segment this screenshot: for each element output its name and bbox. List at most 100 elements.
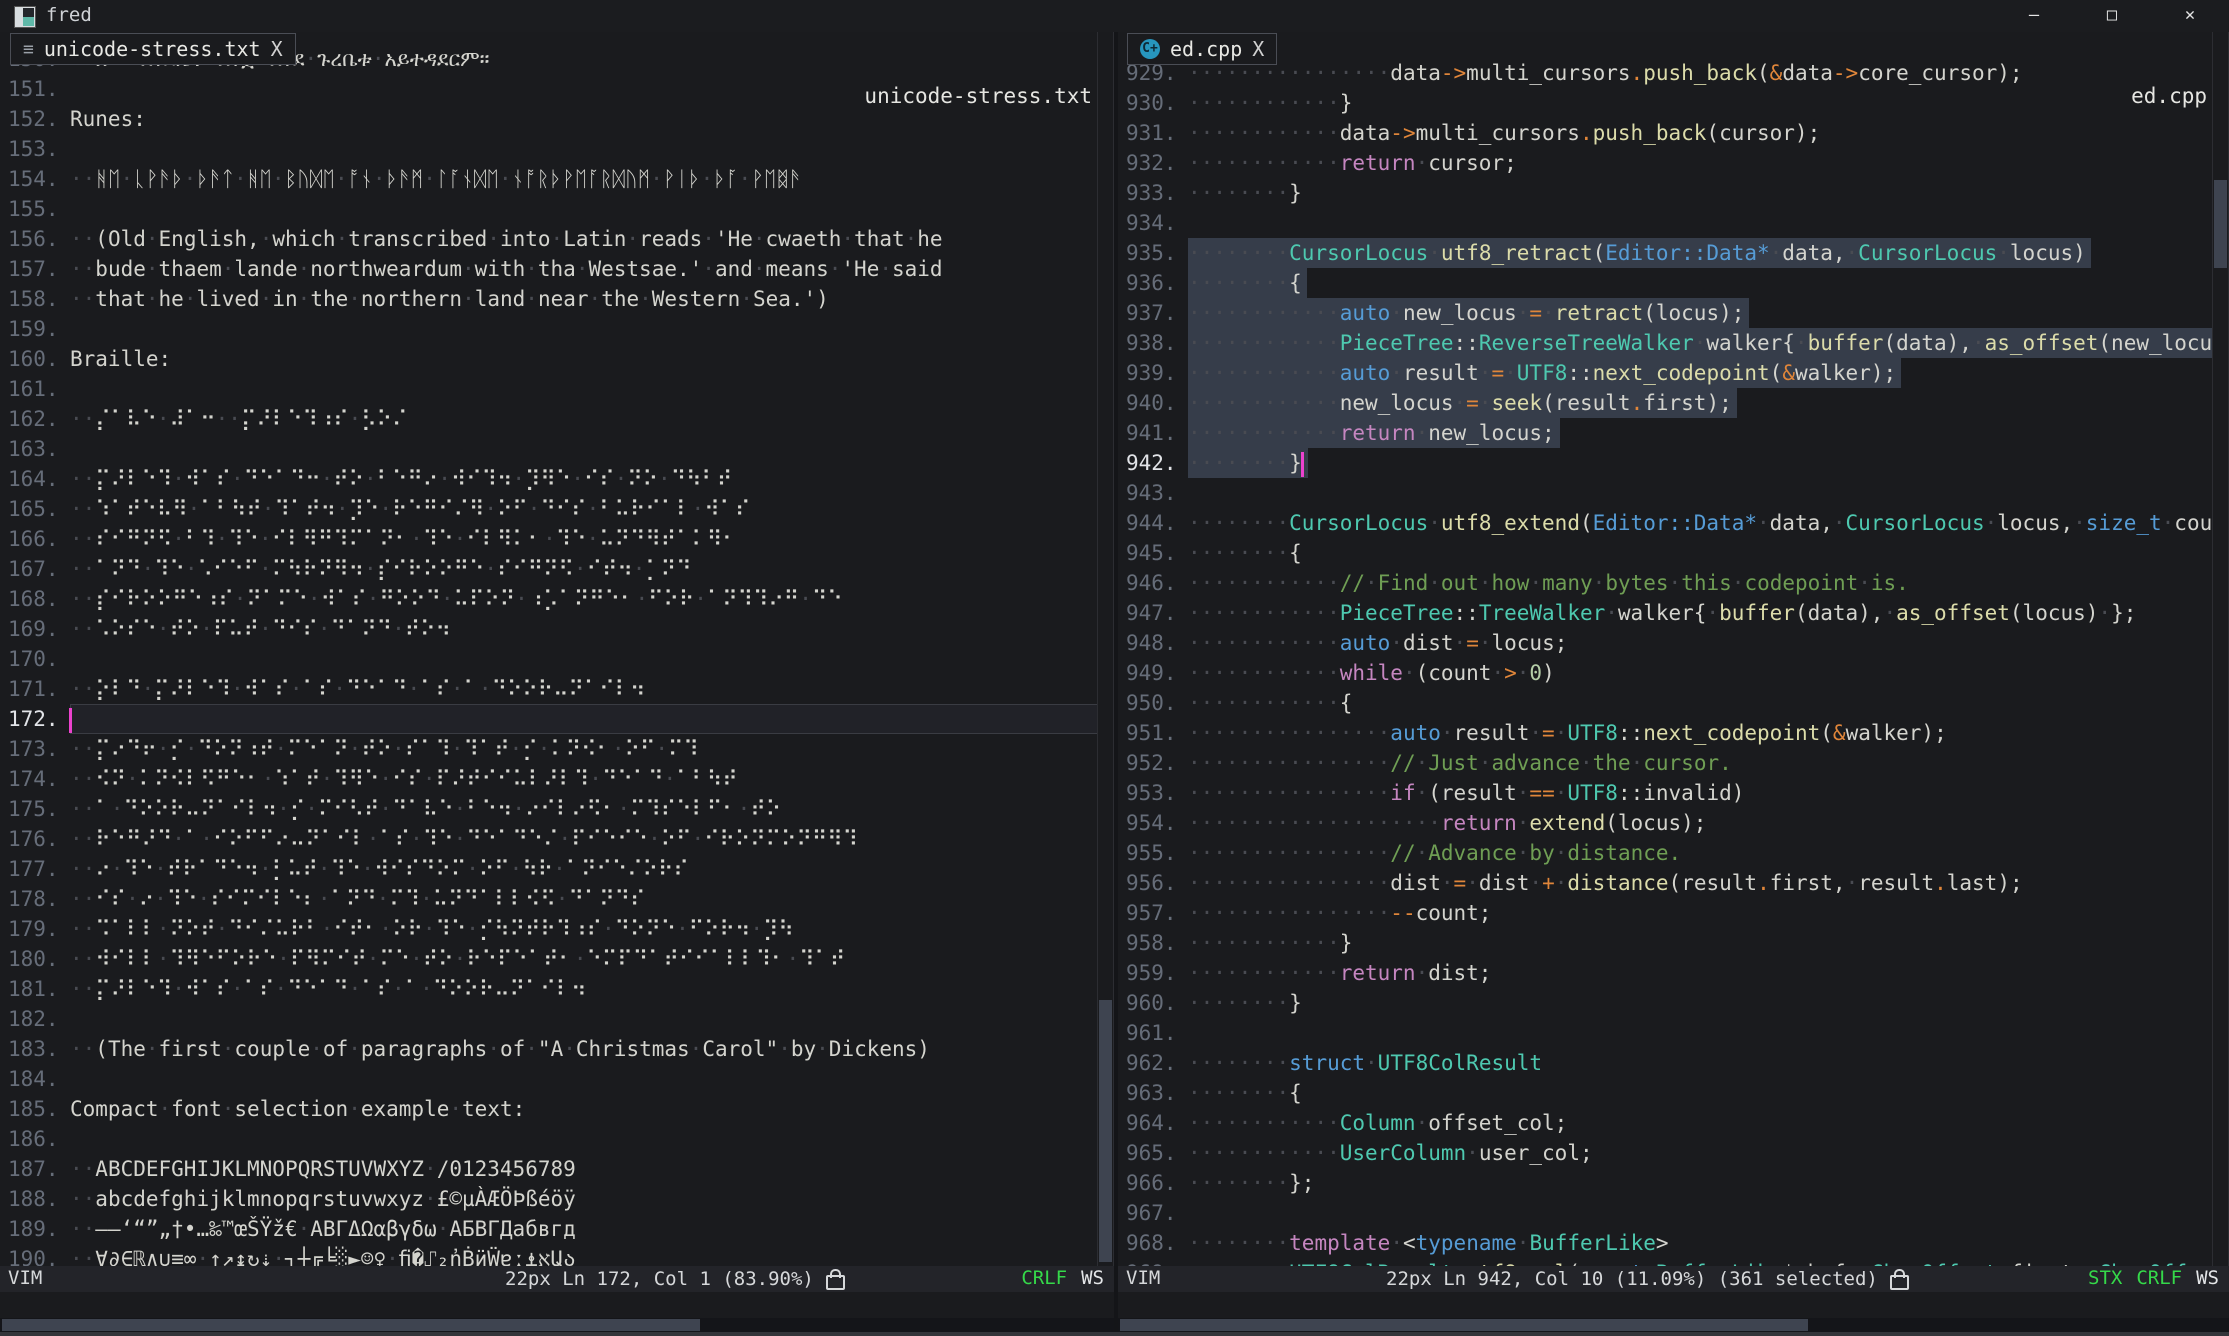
editor-line-946[interactable]: 946.············//·Find·out·how·many·byt… [1118, 568, 2213, 598]
editor-line-152[interactable]: 152.Runes: [0, 104, 1098, 134]
editor-line-171[interactable]: 171.··⡕⠇⠙·⡍⠜⠇⠑⠹·⠺⠁⠎·⠁⠎·⠙⠑⠁⠙·⠁⠎·⠁·⠙⠕⠕⠗⠤⠝⠁… [0, 674, 1098, 704]
code-text[interactable]: ··⠗⠑⠛⠜⠙·⠁·⠊⠕⠋⠋⠔⠤⠝⠁⠊⠇·⠁⠎·⠹⠑·⠙⠑⠁⠙⠑⠌·⠏⠊⠑⠊⠑·… [70, 824, 858, 854]
editor-line-940[interactable]: 940.············new_locus·=·seek(result.… [1118, 388, 2213, 418]
editor-line-187[interactable]: 187.··ABCDEFGHIJKLMNOPQRSTUVWXYZ·/012345… [0, 1154, 1098, 1184]
code-text[interactable]: ··⠡⠕⠎⠑·⠞⠕·⠏⠥⠞·⠙⠊⠎·⠙⠁⠝⠙·⠞⠕⠲ [70, 614, 451, 644]
code-text[interactable]: ··(Old·English,·which·transcribed·into·L… [70, 224, 943, 254]
editor-line-175[interactable]: 175.··⠁·⠙⠕⠕⠗⠤⠝⠁⠊⠇⠲·⡊·⠍⠊⠣⠞·⠙⠁⠧⠑·⠃⠑⠲·⠔⠊⠇⠔⠫… [0, 794, 1098, 824]
editor-line-935[interactable]: 935.········CursorLocus·utf8_retract(Edi… [1118, 238, 2213, 268]
editor-line-936[interactable]: 936.········{ [1118, 268, 2213, 298]
code-text[interactable]: ················dist·=·dist·+·distance(r… [1188, 868, 2023, 898]
editor-line-957[interactable]: 957.················--count; [1118, 898, 2213, 928]
editor-line-189[interactable]: 189.··–—‘“”„†•…‰™œŠŸž€·ΑΒΓΔΩαβγδω·АБВГДа… [0, 1214, 1098, 1244]
editor-line-933[interactable]: 933.········} [1118, 178, 2213, 208]
code-text[interactable]: ············PieceTree::TreeWalker·walker… [1188, 598, 2136, 628]
editor-line-174[interactable]: 174.··⠪⠝·⠅⠝⠪⠇⠫⠛⠑⠂·⠱⠁⠞·⠹⠻⠑·⠊⠎·⠏⠜⠞⠊⠊⠥⠇⠜⠇⠹·… [0, 764, 1098, 794]
code-text[interactable]: ················if·(result·==·UTF8::inva… [1188, 778, 1744, 808]
code-text[interactable]: ··⡍⠔⠙⠖·⡊·⠙⠕⠝⠰⠞·⠍⠑⠁⠝·⠞⠕·⠎⠁⠹·⠹⠁⠞·⡊·⠅⠝⠪⠂·⠕⠋… [70, 734, 699, 764]
code-text[interactable]: ············return·dist; [1188, 958, 1491, 988]
code-text[interactable]: ··⡎⠊⠗⠕⠕⠛⠑⠰⠎·⠝⠁⠍⠑·⠺⠁⠎·⠛⠕⠕⠙·⠥⠏⠕⠝·⠰⡡⠁⠝⠛⠑⠂·⠋… [70, 584, 843, 614]
scroll-thumb[interactable] [1120, 1319, 1808, 1331]
code-text[interactable]: ··ᚻᛖ·ᚳᚹᚫᚦ·ᚦᚫᛏ·ᚻᛖ·ᛒᚢᛞᛖ·ᚩᚾ·ᚦᚫᛗ·ᛚᚪᚾᛞᛖ·ᚾᚩᚱᚦᚹ… [70, 164, 802, 194]
editor-line-166[interactable]: 166.··⠎⠊⠛⠝⠫·⠃⠹·⠹⠑·⠊⠇⠻⠛⠹⠍⠁⠝⠂·⠹⠑·⠊⠇⠻⠅⠂·⠹⠑·… [0, 524, 1098, 554]
code-area-left[interactable]: 150.··ሰው·እንደቤቱ·እንጅ·እንደ·ጉረቤቱ·አይተዳደርም።151.… [0, 32, 1098, 1274]
editor-line-169[interactable]: 169.··⠡⠕⠎⠑·⠞⠕·⠏⠥⠞·⠙⠊⠎·⠙⠁⠝⠙·⠞⠕⠲ [0, 614, 1098, 644]
editor-pane-right[interactable]: 929.················data->multi_cursors.… [1118, 32, 2229, 1292]
code-text[interactable]: ··⡌⠁⠧⠑·⠼⠁⠒··⡍⠜⠇⠑⠹⠰⠎·⡣⠕⠌ [70, 404, 407, 434]
editor-line-188[interactable]: 188.··abcdefghijklmnopqrstuvwxyz·£©µÀÆÖÞ… [0, 1184, 1098, 1214]
editor-line-959[interactable]: 959.············return·dist; [1118, 958, 2213, 988]
code-text[interactable]: ········} [1188, 988, 1302, 1018]
code-text[interactable]: ············UserColumn·user_col; [1188, 1138, 1593, 1168]
vertical-scrollbar-right[interactable] [2212, 32, 2229, 1292]
editor-line-934[interactable]: 934. [1118, 208, 2213, 238]
horizontal-scrollbar-right[interactable] [1118, 1318, 2229, 1332]
scroll-thumb[interactable] [1099, 1000, 1112, 1262]
code-text[interactable]: Runes: [70, 104, 146, 134]
code-text[interactable]: ··–—‘“”„†•…‰™œŠŸž€·ΑΒΓΔΩαβγδω·АБВГДабвгд [70, 1214, 576, 1244]
editor-line-950[interactable]: 950.············{ [1118, 688, 2213, 718]
editor-line-184[interactable]: 184. [0, 1064, 1098, 1094]
editor-line-951[interactable]: 951.················auto·result·=·UTF8::… [1118, 718, 2213, 748]
editor-line-186[interactable]: 186. [0, 1124, 1098, 1154]
vertical-scrollbar-left[interactable] [1097, 32, 1114, 1292]
editor-line-947[interactable]: 947.············PieceTree::TreeWalker·wa… [1118, 598, 2213, 628]
editor-line-163[interactable]: 163. [0, 434, 1098, 464]
editor-line-939[interactable]: 939.············auto·result·=·UTF8::next… [1118, 358, 2213, 388]
editor-line-160[interactable]: 160.Braille: [0, 344, 1098, 374]
editor-line-944[interactable]: 944.········CursorLocus·utf8_extend(Edit… [1118, 508, 2213, 538]
code-text[interactable]: ············} [1188, 88, 1352, 118]
code-text[interactable]: ········{ [1188, 1078, 1302, 1108]
tab-ed-cpp[interactable]: C+ ed.cpp X [1127, 33, 1277, 65]
code-text[interactable]: ··⡕⠇⠙·⡍⠜⠇⠑⠹·⠺⠁⠎·⠁⠎·⠙⠑⠁⠙·⠁⠎·⠁·⠙⠕⠕⠗⠤⠝⠁⠊⠇⠲ [70, 674, 645, 704]
editor-line-181[interactable]: 181.··⡍⠜⠇⠑⠹·⠺⠁⠎·⠁⠎·⠙⠑⠁⠙·⠁⠎·⠁·⠙⠕⠕⠗⠤⠝⠁⠊⠇⠲ [0, 974, 1098, 1004]
code-text[interactable]: ··that·he·lived·in·the·northern·land·nea… [70, 284, 829, 314]
editor-line-170[interactable]: 170. [0, 644, 1098, 674]
editor-line-968[interactable]: 968.········template·<typename·BufferLik… [1118, 1228, 2213, 1258]
editor-line-178[interactable]: 178.··⠊⠎·⠔·⠹⠑·⠎⠊⠍⠊⠇⠑⠆·⠁⠝⠙·⠍⠹·⠥⠝⠙⠁⠇⠇⠪⠫·⠙⠁… [0, 884, 1098, 914]
tab-close-icon[interactable]: X [1252, 37, 1264, 61]
editor-line-172[interactable]: 172. [0, 704, 1098, 734]
editor-line-963[interactable]: 963.········{ [1118, 1078, 2213, 1108]
code-text-selected[interactable]: ············auto·new_locus·=·retract(loc… [1188, 298, 1749, 328]
code-text[interactable]: ··bude·thaem·lande·northweardum·with·tha… [70, 254, 943, 284]
editor-line-156[interactable]: 156.··(Old·English,·which·transcribed·in… [0, 224, 1098, 254]
editor-line-182[interactable]: 182. [0, 1004, 1098, 1034]
editor-line-164[interactable]: 164.··⡍⠜⠇⠑⠹·⠺⠁⠎·⠙⠑⠁⠙⠒·⠞⠕·⠃⠑⠛⠔·⠺⠊⠹⠲·⡹⠻⠑·⠊… [0, 464, 1098, 494]
editor-line-185[interactable]: 185.Compact·font·selection·example·text: [0, 1094, 1098, 1124]
code-text[interactable]: Compact·font·selection·example·text: [70, 1094, 525, 1124]
editor-line-956[interactable]: 956.················dist·=·dist·+·distan… [1118, 868, 2213, 898]
editor-line-965[interactable]: 965.············UserColumn·user_col; [1118, 1138, 2213, 1168]
code-text[interactable]: ············{ [1188, 688, 1352, 718]
editor-line-179[interactable]: 179.··⠩⠁⠇⠇·⠝⠕⠞·⠙⠊⠌⠥⠗⠃·⠊⠞⠂·⠕⠗·⠹⠑·⡊⠳⠝⠞⠗⠹⠰⠎… [0, 914, 1098, 944]
code-text[interactable]: ··ABCDEFGHIJKLMNOPQRSTUVWXYZ·/0123456789 [70, 1154, 576, 1184]
code-text-selected[interactable]: ········{ [1188, 268, 1307, 298]
code-text[interactable]: ··⠱⠁⠞⠑⠧⠻·⠁⠃⠳⠞·⠹⠁⠞⠲·⡹⠑·⠗⠑⠛⠊⠌⠻·⠕⠋·⠙⠊⠎·⠃⠥⠗⠊… [70, 494, 750, 524]
code-text[interactable]: ················--count; [1188, 898, 1491, 928]
code-text[interactable]: ············data->multi_cursors.push_bac… [1188, 118, 1820, 148]
code-text-selected[interactable]: ············PieceTree::ReverseTreeWalker… [1188, 328, 2213, 358]
editor-line-949[interactable]: 949.············while·(count·>·0) [1118, 658, 2213, 688]
editor-line-154[interactable]: 154.··ᚻᛖ·ᚳᚹᚫᚦ·ᚦᚫᛏ·ᚻᛖ·ᛒᚢᛞᛖ·ᚩᚾ·ᚦᚫᛗ·ᛚᚪᚾᛞᛖ·ᚾ… [0, 164, 1098, 194]
editor-line-162[interactable]: 162.··⡌⠁⠧⠑·⠼⠁⠒··⡍⠜⠇⠑⠹⠰⠎·⡣⠕⠌ [0, 404, 1098, 434]
code-text[interactable]: ··⡍⠜⠇⠑⠹·⠺⠁⠎·⠁⠎·⠙⠑⠁⠙·⠁⠎·⠁·⠙⠕⠕⠗⠤⠝⠁⠊⠇⠲ [70, 974, 587, 1004]
editor-line-176[interactable]: 176.··⠗⠑⠛⠜⠙·⠁·⠊⠕⠋⠋⠔⠤⠝⠁⠊⠇·⠁⠎·⠹⠑·⠙⠑⠁⠙⠑⠌·⠏⠊… [0, 824, 1098, 854]
code-text-selected[interactable]: ············auto·result·=·UTF8::next_cod… [1188, 358, 1901, 388]
editor-line-932[interactable]: 932.············return·cursor; [1118, 148, 2213, 178]
editor-line-168[interactable]: 168.··⡎⠊⠗⠕⠕⠛⠑⠰⠎·⠝⠁⠍⠑·⠺⠁⠎·⠛⠕⠕⠙·⠥⠏⠕⠝·⠰⡡⠁⠝⠛… [0, 584, 1098, 614]
editor-line-942[interactable]: 942.········} [1118, 448, 2213, 478]
editor-line-930[interactable]: 930.············} [1118, 88, 2213, 118]
code-text[interactable]: ··⠪⠝·⠅⠝⠪⠇⠫⠛⠑⠂·⠱⠁⠞·⠹⠻⠑·⠊⠎·⠏⠜⠞⠊⠊⠥⠇⠜⠇⠹·⠙⠑⠁⠙… [70, 764, 738, 794]
code-text-selected[interactable]: ········} [1188, 448, 1308, 478]
editor-line-958[interactable]: 958.············} [1118, 928, 2213, 958]
editor-line-955[interactable]: 955.················//·Advance·by·distan… [1118, 838, 2213, 868]
code-text[interactable]: ········struct·UTF8ColResult [1188, 1048, 1542, 1078]
editor-line-167[interactable]: 167.··⠁⠝⠙·⠹⠑·⠡⠊⠑⠋·⠍⠳⠗⠝⠻⠲·⡎⠊⠗⠕⠕⠛⠑·⠎⠊⠛⠝⠫·⠊… [0, 554, 1098, 584]
editor-line-962[interactable]: 962.········struct·UTF8ColResult [1118, 1048, 2213, 1078]
code-text[interactable]: ··⠁⠝⠙·⠹⠑·⠡⠊⠑⠋·⠍⠳⠗⠝⠻⠲·⡎⠊⠗⠕⠕⠛⠑·⠎⠊⠛⠝⠫·⠊⠞⠲·⡁… [70, 554, 692, 584]
editor-line-966[interactable]: 966.········}; [1118, 1168, 2213, 1198]
editor-line-177[interactable]: 177.··⠔·⠹⠑·⠞⠗⠁⠙⠑⠲·⡃⠥⠞·⠹⠑·⠺⠊⠎⠙⠕⠍·⠕⠋·⠳⠗·⠁⠝… [0, 854, 1098, 884]
code-text[interactable]: ··⠺⠊⠇⠇·⠹⠻⠑⠋⠕⠗⠑·⠏⠻⠍⠊⠞·⠍⠑·⠞⠕·⠗⠑⠏⠑⠁⠞⠂·⠑⠍⠏⠙⠁… [70, 944, 845, 974]
editor-line-161[interactable]: 161. [0, 374, 1098, 404]
code-area-right[interactable]: 929.················data->multi_cursors.… [1118, 32, 2213, 1288]
